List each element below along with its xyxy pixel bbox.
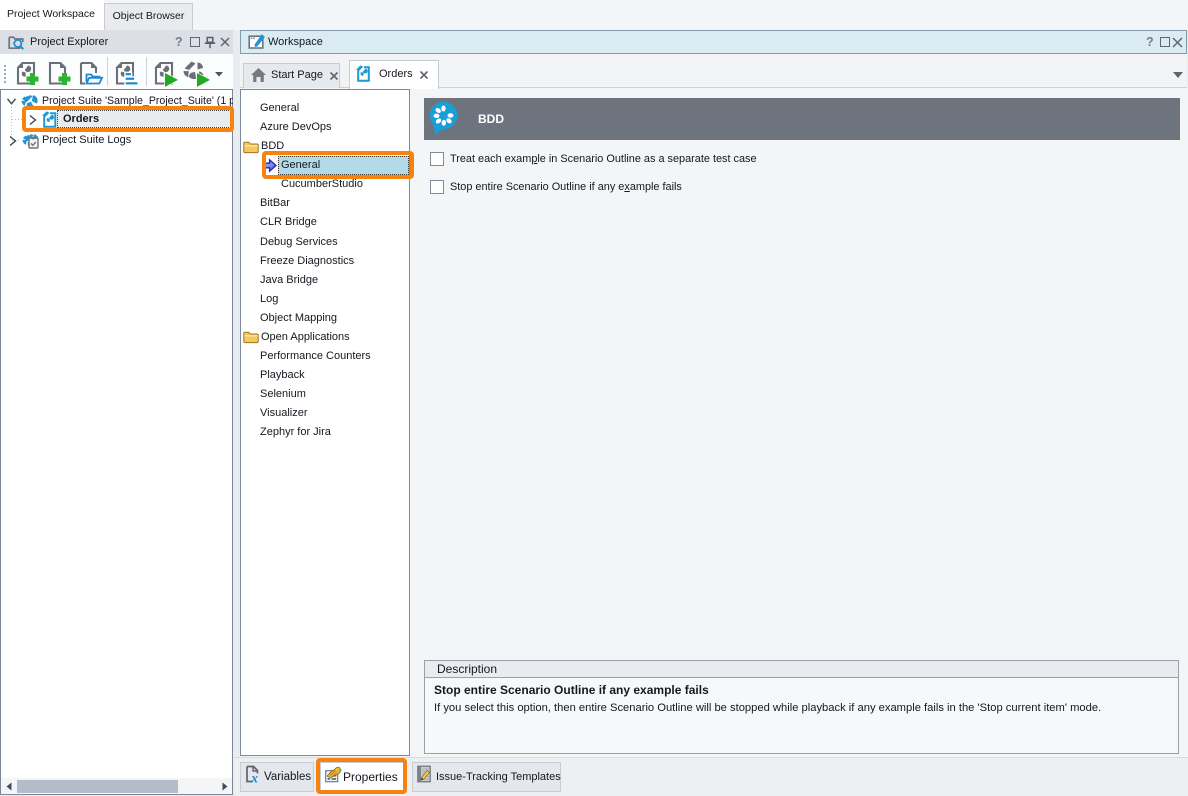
svg-text:x: x xyxy=(250,771,258,785)
